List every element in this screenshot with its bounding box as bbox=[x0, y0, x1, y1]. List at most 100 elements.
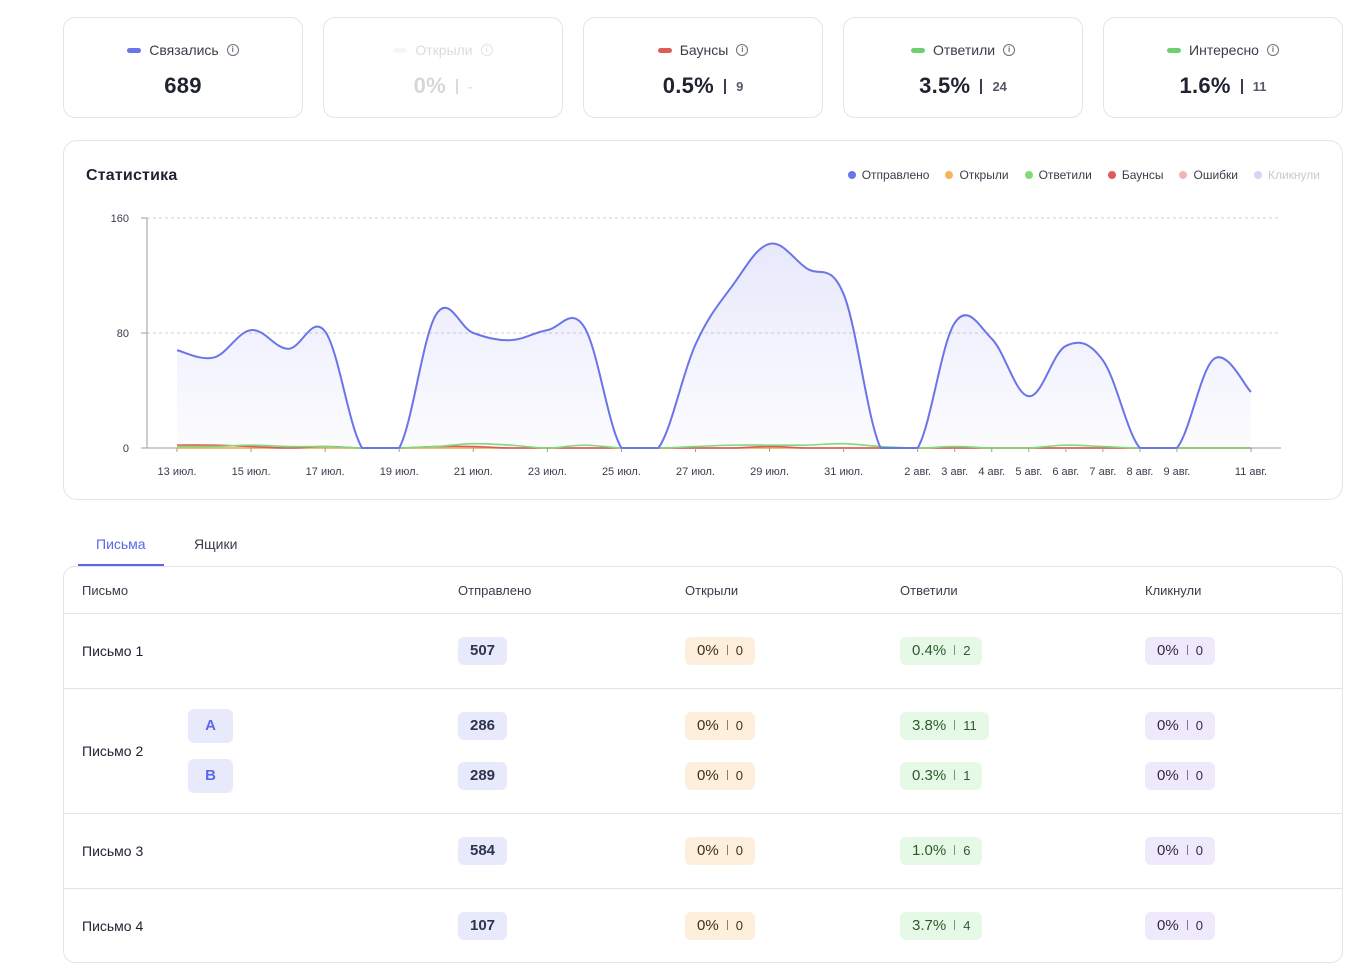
x-tick-label: 13 июл. bbox=[158, 466, 197, 478]
kpi-label: Открыли bbox=[415, 42, 473, 58]
column-header-clicked: Кликнули bbox=[1145, 583, 1202, 598]
data-point[interactable] bbox=[245, 324, 257, 336]
kpi-value: 1.6% bbox=[1179, 73, 1231, 98]
data-point[interactable] bbox=[986, 333, 998, 345]
x-tick-label: 21 июл. bbox=[454, 466, 493, 478]
variant-badge[interactable]: A bbox=[188, 709, 233, 743]
tab-letters[interactable]: Письма bbox=[78, 528, 164, 566]
data-point[interactable] bbox=[430, 308, 442, 320]
x-tick-label: 3 авг. bbox=[941, 466, 968, 478]
data-point[interactable] bbox=[578, 321, 590, 333]
kpi-dot bbox=[393, 47, 408, 53]
table-row[interactable]: Письмо 4 107 0% 0 3.7% 4 0% 0 bbox=[64, 888, 1342, 962]
replied-badge: 0.4% 2 bbox=[900, 637, 983, 665]
kpi-divider bbox=[724, 79, 727, 95]
data-point[interactable] bbox=[1023, 390, 1035, 402]
data-point[interactable] bbox=[949, 317, 961, 329]
chart-plot: 0 80 160 13 июл. 15 июл. 17 июл. 19 июл. 21 июл… bbox=[111, 213, 1281, 478]
x-tick-label: 11 авг. bbox=[1235, 466, 1267, 478]
data-point[interactable] bbox=[319, 326, 331, 338]
kpi-divider bbox=[456, 79, 459, 95]
statistics-chart-card: Статистика Отправлено Открыли Ответили Баун… bbox=[63, 140, 1343, 500]
kpi-card-replied: Ответили i 3.5% 24 bbox=[843, 17, 1083, 118]
data-point[interactable] bbox=[652, 442, 664, 454]
kpi-count: 11 bbox=[1252, 79, 1267, 95]
x-tick-label: 4 авг. bbox=[978, 466, 1005, 478]
letters-table: Письмо Отправлено Открыли Ответили Кликн… bbox=[63, 566, 1343, 963]
sent-badge: 584 bbox=[458, 837, 508, 865]
data-point[interactable] bbox=[875, 442, 887, 454]
x-tick-label: 2 авг. bbox=[904, 466, 931, 478]
data-point[interactable] bbox=[1245, 386, 1257, 398]
data-point[interactable] bbox=[1060, 340, 1072, 352]
data-point[interactable] bbox=[727, 280, 739, 292]
data-point[interactable] bbox=[467, 327, 479, 339]
info-icon[interactable]: i bbox=[480, 44, 493, 57]
sent-badge: 289 bbox=[458, 762, 508, 790]
data-point[interactable] bbox=[689, 339, 701, 351]
info-icon[interactable]: i bbox=[736, 44, 749, 57]
kpi-card-bounces: Баунсы i 0.5% 9 bbox=[583, 17, 823, 118]
kpi-count: 9 bbox=[736, 79, 744, 95]
data-point[interactable] bbox=[208, 351, 220, 363]
info-icon[interactable]: i bbox=[1266, 44, 1279, 57]
clicked-badge: 0% 0 bbox=[1145, 712, 1215, 740]
x-tick-label: 31 июл. bbox=[824, 466, 863, 478]
data-point[interactable] bbox=[1097, 354, 1109, 366]
kpi-dot bbox=[1167, 47, 1182, 53]
x-tick-label: 15 июл. bbox=[232, 466, 271, 478]
data-point[interactable] bbox=[282, 343, 294, 355]
sent-badge: 286 bbox=[458, 712, 508, 740]
letter-name: Письмо 2 bbox=[82, 743, 144, 759]
y-tick-label: 0 bbox=[123, 443, 129, 455]
replied-badge: 0.3% 1 bbox=[900, 762, 983, 790]
x-tick-label: 9 авг. bbox=[1163, 466, 1190, 478]
table-row[interactable]: Письмо 2 A B 286 289 0% 0 0% 0 3.8% 11 0.3%… bbox=[64, 688, 1342, 813]
x-tick-label: 25 июл. bbox=[602, 466, 641, 478]
y-tick-label: 160 bbox=[111, 213, 129, 225]
x-tick-label: 6 авг. bbox=[1052, 466, 1079, 478]
kpi-dot bbox=[127, 47, 142, 53]
data-point[interactable] bbox=[1208, 353, 1220, 365]
data-point[interactable] bbox=[504, 334, 516, 346]
x-tick-label: 27 июл. bbox=[676, 466, 715, 478]
kpi-dot bbox=[657, 47, 672, 53]
kpi-card-opened: Открыли i 0% - bbox=[323, 17, 563, 118]
table-row[interactable]: Письмо 1 507 0% 0 0.4% 2 0% 0 bbox=[64, 613, 1342, 688]
kpi-value: 0% bbox=[413, 73, 447, 98]
info-icon[interactable]: i bbox=[226, 44, 239, 57]
kpi-label: Ответили bbox=[932, 42, 996, 58]
data-point[interactable] bbox=[838, 288, 850, 300]
opened-badge: 0% 0 bbox=[685, 837, 755, 865]
replied-badge: 1.0% 6 bbox=[900, 837, 983, 865]
kpi-label: Связались bbox=[149, 42, 219, 58]
y-tick-label: 80 bbox=[117, 328, 129, 340]
clicked-badge: 0% 0 bbox=[1145, 762, 1215, 790]
kpi-dot bbox=[910, 47, 925, 53]
letter-name: Письмо 1 bbox=[82, 643, 144, 659]
clicked-badge: 0% 0 bbox=[1145, 912, 1215, 940]
kpi-value: 0.5% bbox=[662, 73, 715, 98]
data-point[interactable] bbox=[801, 262, 813, 274]
opened-badge: 0% 0 bbox=[685, 712, 755, 740]
data-point[interactable] bbox=[171, 344, 183, 356]
kpi-label: Интересно bbox=[1189, 42, 1259, 58]
replied-badge: 3.7% 4 bbox=[900, 912, 983, 940]
table-row[interactable]: Письмо 3 584 0% 0 1.0% 6 0% 0 bbox=[64, 813, 1342, 888]
variant-badge[interactable]: B bbox=[188, 759, 233, 793]
data-point[interactable] bbox=[541, 324, 553, 336]
letter-name: Письмо 4 bbox=[82, 918, 144, 934]
x-tick-label: 29 июл. bbox=[750, 466, 789, 478]
x-tick-label: 5 авг. bbox=[1015, 466, 1042, 478]
info-icon[interactable]: i bbox=[1003, 44, 1016, 57]
data-point[interactable] bbox=[356, 442, 368, 454]
data-point[interactable] bbox=[764, 238, 776, 250]
x-tick-label: 23 июл. bbox=[528, 466, 567, 478]
column-header-sent: Отправлено bbox=[458, 583, 532, 598]
clicked-badge: 0% 0 bbox=[1145, 637, 1215, 665]
x-tick-label: 7 авг. bbox=[1089, 466, 1116, 478]
opened-badge: 0% 0 bbox=[685, 637, 755, 665]
kpi-divider bbox=[980, 79, 983, 95]
tab-mailboxes[interactable]: Ящики bbox=[176, 528, 255, 566]
kpi-card-contacted: Связались i 689 bbox=[63, 17, 303, 118]
